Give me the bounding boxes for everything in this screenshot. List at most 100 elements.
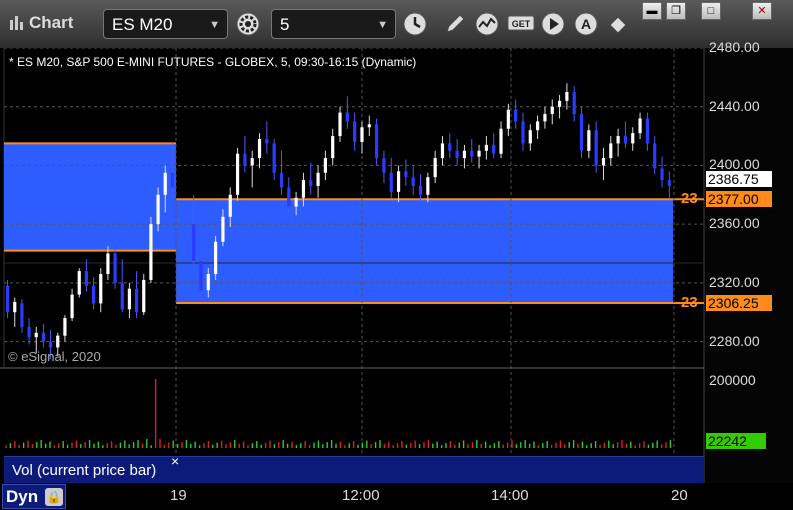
prior-session-candle <box>70 294 74 319</box>
svg-text:GET: GET <box>512 19 531 29</box>
current-session-candle <box>484 144 488 151</box>
current-session-candle <box>594 130 598 166</box>
current-session-candle <box>389 172 393 192</box>
prior-session-candle <box>142 279 146 313</box>
y-tick-label: 2480.00 <box>709 39 760 55</box>
prior-session-candle <box>113 253 117 283</box>
prior-session-candle <box>20 303 24 327</box>
chart-title: * ES M20, S&P 500 E-MINI FUTURES - GLOBE… <box>9 55 417 69</box>
price-chart[interactable] <box>0 48 793 510</box>
current-session-candle <box>521 121 525 144</box>
current-session-candle <box>645 118 649 144</box>
prior-session-candle <box>77 271 81 295</box>
current-session-candle <box>455 150 459 159</box>
y-tick-label: 2280.00 <box>709 332 760 349</box>
symbol-value: ES M20 <box>112 15 173 34</box>
current-session-candle <box>228 194 232 217</box>
time-axis-bar[interactable]: Dyn 🔒 19 12:00 14:00 20 <box>0 483 793 510</box>
current-session-candle <box>375 124 379 159</box>
get-icon: GET <box>507 15 535 31</box>
get-data-button[interactable]: GET <box>506 9 536 39</box>
close-button[interactable]: ✕ <box>752 2 772 20</box>
chart-area[interactable]: * ES M20, S&P 500 E-MINI FUTURES - GLOBE… <box>0 39 793 510</box>
current-session-candle <box>499 128 503 154</box>
prior-session-candle <box>127 288 132 310</box>
current-session-candle <box>367 124 371 128</box>
prior-session-candle <box>84 271 89 286</box>
current-session-candle <box>448 143 452 151</box>
current-session-candle <box>301 180 306 198</box>
level-marker: 23 <box>681 294 698 312</box>
prior-session-candle <box>56 335 60 348</box>
current-session-candle <box>638 118 642 134</box>
pencil-icon <box>446 14 465 33</box>
current-session-candle <box>514 109 518 122</box>
prior-session-candle <box>48 341 53 348</box>
gear-icon <box>236 12 260 36</box>
chevron-down-icon: ▼ <box>209 19 220 31</box>
restore-button[interactable]: ❐ <box>666 2 686 20</box>
prior-session-candle <box>27 326 31 338</box>
studies-button[interactable] <box>472 9 502 39</box>
time-template-button[interactable] <box>400 9 430 39</box>
current-session-candle <box>426 177 430 195</box>
current-session-candle <box>587 130 591 151</box>
prior-session-candle <box>163 172 167 195</box>
chevron-down-icon: ▼ <box>377 19 388 31</box>
current-session-candle <box>382 158 386 173</box>
y-tick-label: 2360.00 <box>709 215 760 232</box>
current-session-candle <box>206 274 210 291</box>
volume-axis-label: 200000 <box>709 372 756 388</box>
current-session-candle <box>331 136 335 159</box>
study-label[interactable]: Vol (current price bar) <box>4 456 185 483</box>
clock-icon <box>403 12 427 36</box>
current-session-candle <box>492 144 496 154</box>
study-panel[interactable] <box>185 456 704 484</box>
current-session-candle <box>323 158 327 173</box>
prior-session-candle <box>99 274 103 304</box>
zone-current <box>176 199 673 304</box>
y-tick-label: 2440.00 <box>709 97 760 114</box>
dynamic-mode-button[interactable]: Dyn 🔒 <box>2 484 66 509</box>
svg-text:A: A <box>581 16 591 32</box>
draw-button[interactable] <box>440 9 470 39</box>
minimize-button[interactable]: ▬ <box>642 2 662 20</box>
study-close-button[interactable]: × <box>171 453 179 469</box>
symbol-selector[interactable]: ES M20 ▼ <box>103 9 228 39</box>
current-session-candle <box>353 121 357 142</box>
current-session-candle <box>462 150 467 159</box>
current-session-candle <box>477 150 481 157</box>
current-session-candle <box>411 177 415 186</box>
maximize-button[interactable]: □ <box>701 2 721 20</box>
current-session-candle <box>338 112 342 137</box>
x-tick-label: 19 <box>170 487 187 504</box>
study-label-text: Vol (current price bar) <box>12 462 157 479</box>
prior-session-candle <box>41 332 46 342</box>
current-session-candle <box>528 130 532 144</box>
symbol-settings-button[interactable] <box>233 9 263 39</box>
play-button[interactable] <box>538 9 568 39</box>
current-session-candle <box>536 121 540 131</box>
current-session-candle <box>243 153 247 166</box>
current-session-candle <box>623 136 628 144</box>
prior-session-candle <box>63 318 67 336</box>
alerts-button[interactable]: A <box>571 9 601 39</box>
current-session-candle <box>557 100 562 107</box>
dynamic-mode-label: Dyn <box>6 487 39 506</box>
current-session-candle <box>404 171 408 178</box>
link-button[interactable] <box>604 9 634 39</box>
x-tick-label: 14:00 <box>491 487 529 504</box>
current-session-candle <box>601 158 606 166</box>
current-session-candle <box>309 180 313 186</box>
current-session-candle <box>221 216 225 242</box>
interval-selector[interactable]: 5 ▼ <box>271 9 396 39</box>
current-session-candle <box>396 171 401 192</box>
interval-value: 5 <box>280 15 290 34</box>
current-session-candle <box>470 150 474 157</box>
current-session-candle <box>550 106 554 115</box>
current-session-candle <box>192 224 196 261</box>
lock-icon: 🔒 <box>45 488 63 506</box>
current-session-candle <box>250 158 254 166</box>
current-session-candle <box>572 92 576 115</box>
link-icon <box>609 16 627 34</box>
